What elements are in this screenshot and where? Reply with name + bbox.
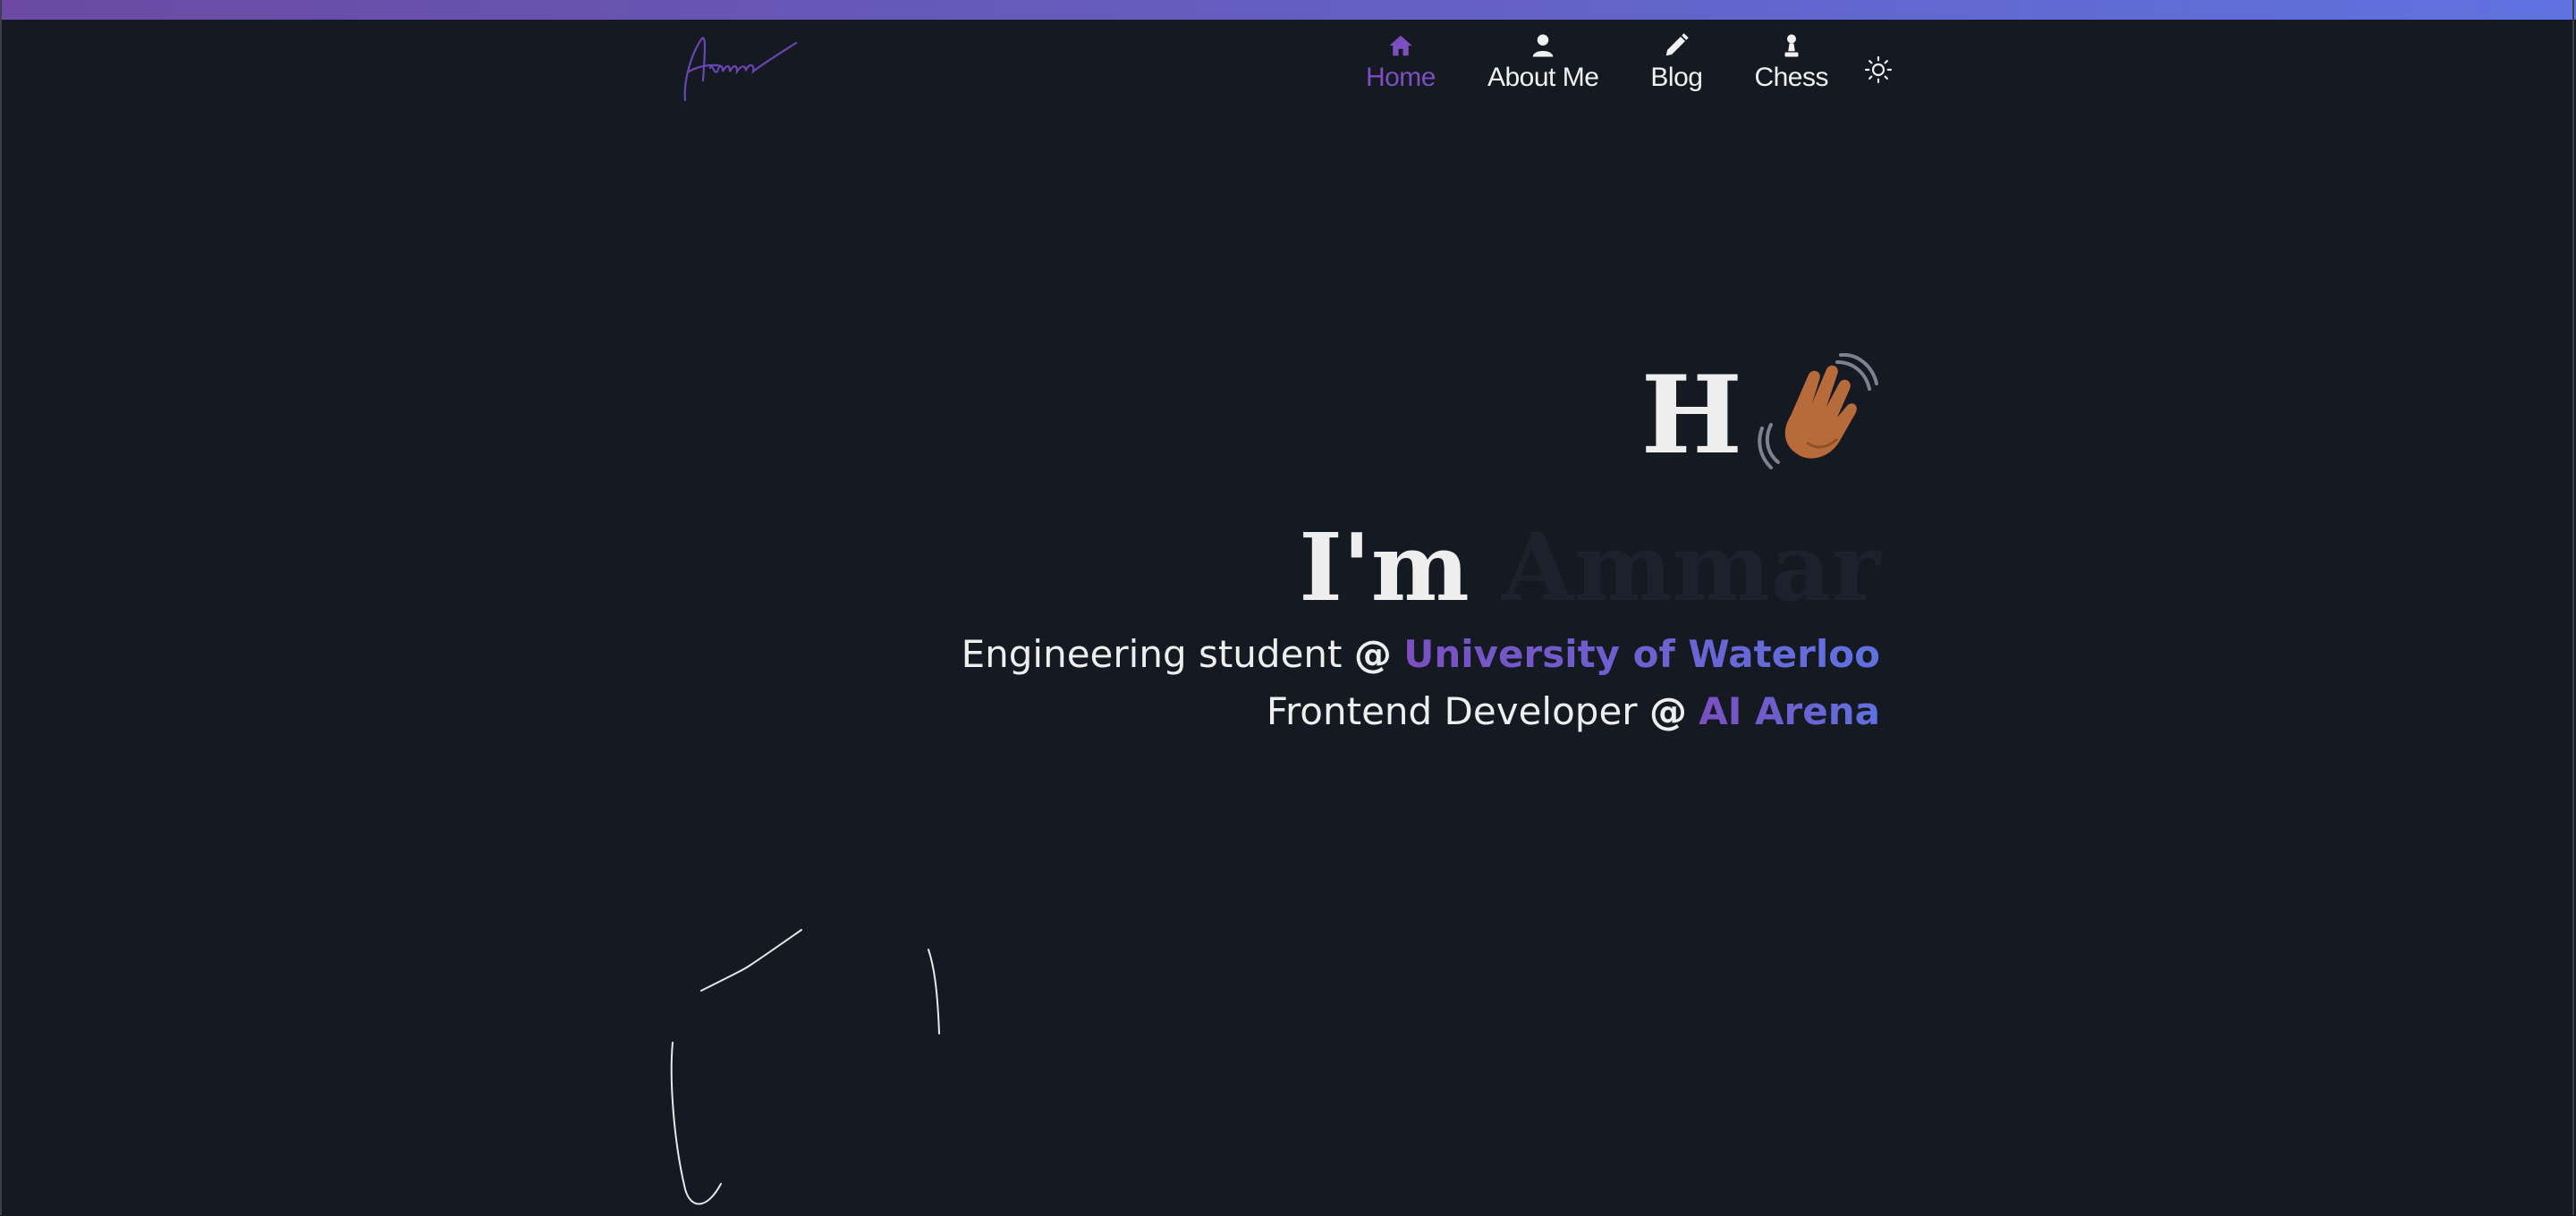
- hero: H I'm Ammar Engineering student @ Univer…: [962, 349, 1880, 740]
- role-line: Engineering student @ University of Wate…: [962, 626, 1880, 683]
- nav-home-label: Home: [1365, 63, 1436, 92]
- nav-home[interactable]: Home: [1366, 32, 1436, 93]
- nav-about-me-label: About Me: [1487, 63, 1599, 92]
- nav-chess-label: Chess: [1754, 63, 1828, 92]
- nav-blog-label: Blog: [1650, 63, 1703, 92]
- top-gradient-bar: [0, 0, 2576, 20]
- role-org-link[interactable]: AI Arena: [1699, 689, 1880, 733]
- role-at: @: [1353, 632, 1392, 676]
- role-text: Frontend Developer: [1266, 689, 1638, 733]
- signature-logo[interactable]: [665, 29, 800, 111]
- role-at: @: [1648, 689, 1687, 733]
- role-text: Engineering student: [961, 632, 1343, 676]
- line-sketch-decoration: [670, 929, 940, 1205]
- nav-blog[interactable]: Blog: [1650, 32, 1703, 93]
- home-icon: [1389, 35, 1412, 56]
- role-line: Frontend Developer @ AI Arena: [962, 683, 1880, 740]
- role-org-link[interactable]: University of Waterloo: [1403, 632, 1880, 676]
- greeting: H: [962, 349, 1880, 483]
- sun-icon[interactable]: [1864, 55, 1893, 84]
- intro-heading: I'm Ammar: [962, 510, 1880, 626]
- main-nav: Home About Me Blog Chess: [1314, 32, 1893, 93]
- greeting-text: H: [1640, 352, 1742, 478]
- user-icon: [1532, 34, 1554, 57]
- nav-chess[interactable]: Chess: [1754, 32, 1828, 93]
- intro-name: Ammar: [1502, 512, 1880, 622]
- pencil-icon: [1666, 33, 1690, 56]
- nav-about-me[interactable]: About Me: [1487, 32, 1599, 93]
- intro-prefix: I'm: [1299, 512, 1470, 622]
- chess-pawn-icon: [1784, 34, 1799, 57]
- waving-hand-icon: [1758, 353, 1878, 469]
